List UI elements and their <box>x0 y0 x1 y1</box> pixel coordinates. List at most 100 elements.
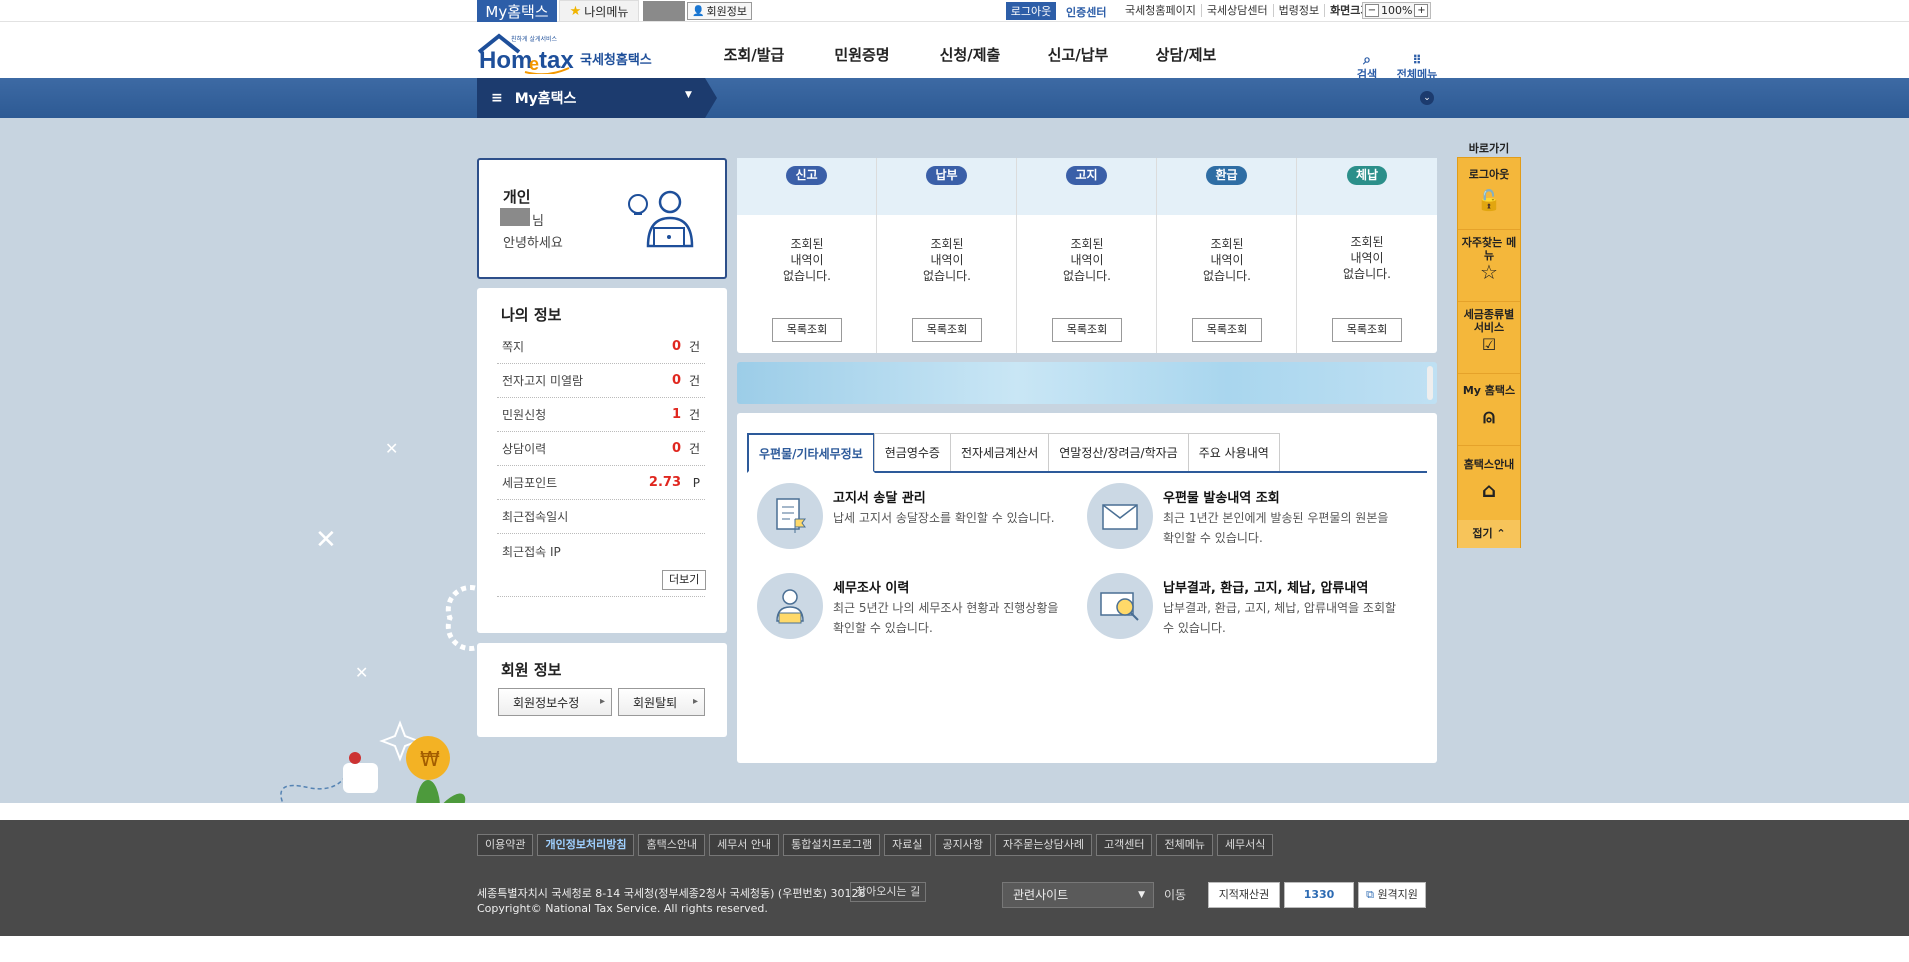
user-name-masked <box>500 208 530 226</box>
footer-link-forms[interactable]: 세무서식 <box>1216 834 1274 856</box>
info-row-consult-history[interactable]: 상담이력 0 건 <box>497 432 705 466</box>
list-view-button[interactable]: 목록조회 <box>772 318 842 342</box>
my-info-title: 나의 정보 <box>501 306 562 324</box>
tab-e-invoice[interactable]: 전자세금계산서 <box>949 433 1050 471</box>
footer-link-faq[interactable]: 자주묻는상담사례 <box>995 834 1092 856</box>
svg-text:✕: ✕ <box>355 663 368 682</box>
footer-link-office[interactable]: 세무서 안내 <box>709 834 780 856</box>
info-label: 최근접속 IP <box>502 544 561 559</box>
footer-link-notice[interactable]: 공지사항 <box>934 834 991 856</box>
service-desc: 최근 5년간 나의 세무조사 현황과 진행상황을 확인할 수 있습니다. <box>833 601 1059 635</box>
list-view-button[interactable]: 목록조회 <box>912 318 982 342</box>
member-panel: 회원 정보 회원정보수정 ▸ 회원탈퇴 ▸ <box>477 643 727 737</box>
go-button[interactable]: 이동 <box>1164 882 1186 908</box>
footer-link-guide[interactable]: 홈택스안내 <box>638 834 706 856</box>
info-label: 최근접속일시 <box>502 510 569 524</box>
list-view-button[interactable]: 목록조회 <box>1052 318 1122 342</box>
remote-support-button[interactable]: ⧉ 원격지원 <box>1358 882 1426 908</box>
house-hand-icon: ⌂ <box>1481 478 1497 502</box>
my-menu-tab[interactable]: ★ 나의메뉴 <box>559 0 639 22</box>
related-site-select[interactable]: 관련사이트 ▼ <box>1002 882 1154 908</box>
info-unit: 건 <box>688 340 700 354</box>
nav-filing[interactable]: 신고/납부 <box>1024 44 1132 65</box>
quick-my-hometax[interactable]: My 홈택스 ⍝ <box>1458 374 1520 446</box>
nav-inquiry[interactable]: 조회/발급 <box>700 44 808 65</box>
tab-usage-history[interactable]: 주요 사용내역 <box>1187 433 1280 471</box>
info-row-tax-point[interactable]: 세금포인트 2.73 P <box>497 466 705 500</box>
nts-homepage-link[interactable]: 국세청홈페이지 <box>1120 4 1201 17</box>
msg-line: 없습니다. <box>1203 269 1251 283</box>
footer-link-library[interactable]: 자료실 <box>884 834 931 856</box>
my-menu-label: 나의메뉴 <box>584 4 629 19</box>
promo-banner[interactable] <box>737 362 1437 404</box>
footer-link-allmenu[interactable]: 전체메뉴 <box>1156 834 1213 856</box>
footer-link-install[interactable]: 통합설치프로그램 <box>783 834 881 856</box>
person-laptop-icon <box>757 573 823 639</box>
person-icon: ⍝ <box>1483 404 1495 428</box>
logout-button[interactable]: 로그아웃 <box>1006 2 1056 20</box>
zoom-in-button[interactable]: + <box>1414 4 1429 17</box>
tab-cash-receipt[interactable]: 현금영수증 <box>873 433 951 471</box>
tab-mail[interactable]: 우편물/기타세무정보 <box>747 433 875 473</box>
quick-favorites[interactable]: 자주찾는 메뉴 ☆ <box>1458 230 1520 302</box>
quick-tax-type-service[interactable]: 세금종류별 서비스 ☑ <box>1458 302 1520 374</box>
service-mail-history[interactable]: 우편물 발송내역 조회 최근 1년간 본인에게 발송된 우편물의 원본을 확인할… <box>1087 483 1407 563</box>
nts-consult-link[interactable]: 국세상담센터 <box>1200 4 1273 17</box>
law-info-link[interactable]: 법령정보 <box>1272 4 1324 17</box>
quick-hometax-guide[interactable]: 홈택스안내 ⌂ <box>1458 446 1520 520</box>
ip-badge[interactable]: 지적재산권 <box>1208 882 1280 908</box>
msg-line: 조회된 <box>930 237 964 251</box>
service-notice-delivery[interactable]: 고지서 송달 관리 납세 고지서 송달장소를 확인할 수 있습니다. <box>757 483 1077 563</box>
status-col-head: 고지 <box>1017 158 1156 215</box>
my-hometax-bar[interactable]: ≡ My홈택스 ▼ <box>477 78 705 118</box>
directions-button[interactable]: 찾아오시는 길 <box>850 882 927 902</box>
list-view-button[interactable]: 목록조회 <box>1332 318 1402 342</box>
info-row-message[interactable]: 쪽지 0 건 <box>497 330 705 364</box>
svg-text:Hom: Hom <box>479 47 532 74</box>
quick-label: 홈택스안내 <box>1463 458 1515 471</box>
info-unit: 건 <box>688 442 700 456</box>
footer-link-customer[interactable]: 고객센터 <box>1095 834 1153 856</box>
footer-link-privacy[interactable]: 개인정보처리방침 <box>537 834 635 856</box>
hotline-badge[interactable]: 1330 <box>1284 882 1354 908</box>
envelope-icon <box>1087 483 1153 549</box>
nav-certificate[interactable]: 민원증명 <box>808 44 916 65</box>
divider <box>497 596 705 597</box>
top-utility-bar: My홈택스 ★ 나의메뉴 👤 회원정보 로그아웃 인증센터 국세청홈페이지 국세… <box>0 0 1909 22</box>
footer-link-terms[interactable]: 이용약관 <box>477 834 534 856</box>
hometax-logo[interactable]: Hom e tax 친하게 살게서비스 국세청홈택스 <box>477 30 657 76</box>
msg-line: 내역이 <box>1210 253 1244 267</box>
service-desc: 납세 고지서 송달장소를 확인할 수 있습니다. <box>833 511 1055 525</box>
quick-logout[interactable]: 로그아웃 🔓 <box>1458 158 1520 230</box>
msg-line: 없습니다. <box>1343 267 1391 281</box>
chevron-down-icon[interactable]: ⌄ <box>1420 91 1434 105</box>
info-row-e-notice[interactable]: 전자고지 미열람 0 건 <box>497 364 705 398</box>
edit-member-button[interactable]: 회원정보수정 ▸ <box>498 688 612 716</box>
info-value: 0 <box>671 339 681 354</box>
info-label: 쪽지 <box>502 340 525 354</box>
user-name-masked <box>643 1 685 21</box>
info-value: 0 <box>671 373 681 388</box>
info-label: 상담이력 <box>502 442 547 456</box>
more-button[interactable]: 더보기 <box>662 570 707 590</box>
footer: 이용약관 개인정보처리방침 홈택스안내 세무서 안내 통합설치프로그램 자료실 … <box>0 820 1909 936</box>
remote-support-label: 원격지원 <box>1377 888 1418 901</box>
quick-fold-button[interactable]: 접기 ⌃ <box>1458 520 1520 548</box>
withdraw-button[interactable]: 회원탈퇴 ▸ <box>618 688 705 716</box>
nav-consult[interactable]: 상담/제보 <box>1132 44 1240 65</box>
tab-year-end[interactable]: 연말정산/장려금/학자금 <box>1048 433 1189 471</box>
tax-info-tabs-panel: 우편물/기타세무정보 현금영수증 전자세금계산서 연말정산/장려금/학자금 주요… <box>737 413 1437 763</box>
info-row-civil-request[interactable]: 민원신청 1 건 <box>497 398 705 432</box>
chevron-right-icon: ▸ <box>692 696 698 707</box>
my-hometax-tab[interactable]: My홈택스 <box>477 0 557 22</box>
service-tax-audit[interactable]: 세무조사 이력 최근 5년간 나의 세무조사 현황과 진행상황을 확인할 수 있… <box>757 573 1077 653</box>
nav-application[interactable]: 신청/제출 <box>916 44 1024 65</box>
service-payment-history[interactable]: 납부결과, 환급, 고지, 체납, 압류내역 납부결과, 환급, 고지, 체납,… <box>1087 573 1407 653</box>
info-unit: P <box>692 475 700 490</box>
banner-scrollbar[interactable] <box>1427 366 1433 400</box>
member-info-button[interactable]: 👤 회원정보 <box>687 2 752 20</box>
cert-center-link[interactable]: 인증센터 <box>1066 4 1106 20</box>
svg-text:tax: tax <box>539 47 574 74</box>
list-view-button[interactable]: 목록조회 <box>1192 318 1262 342</box>
zoom-out-button[interactable]: − <box>1365 4 1379 17</box>
